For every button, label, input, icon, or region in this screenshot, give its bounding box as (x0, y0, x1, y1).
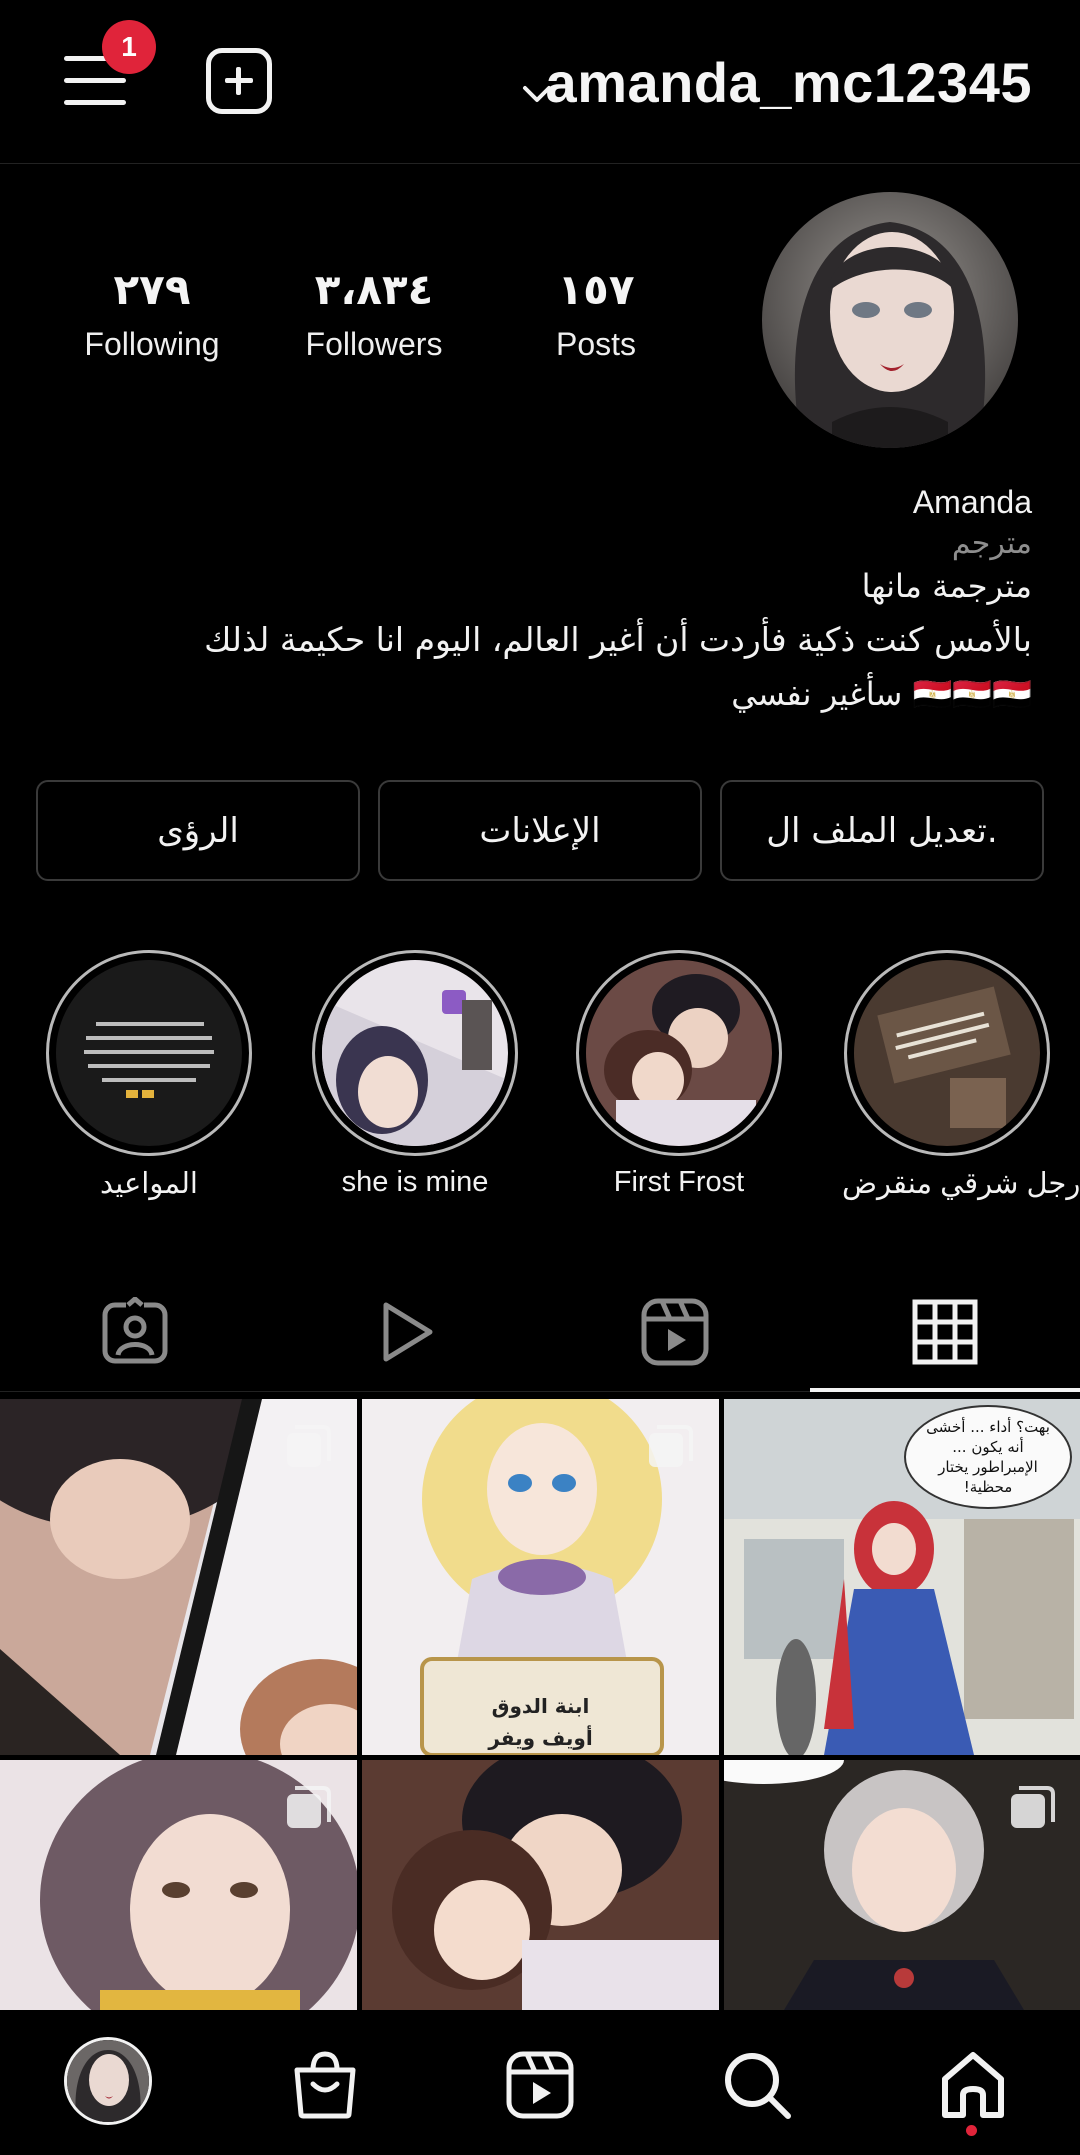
multiple-posts-icon (287, 1786, 331, 1828)
insights-button[interactable]: الرؤى (36, 780, 360, 881)
shop-icon[interactable] (280, 2040, 370, 2130)
multiple-posts-icon (287, 1425, 331, 1467)
following-count: ٢٧٩ (113, 265, 191, 314)
highlight-ring (576, 950, 782, 1156)
add-post-icon[interactable] (206, 48, 272, 114)
account-username[interactable]: amanda_mc12345 (546, 50, 1032, 115)
highlight-cover (854, 960, 1040, 1146)
post-thumbnail[interactable]: بهت؟ أداء ... أخشى أنه يكون ... الإمبراط… (724, 1399, 1080, 1755)
highlight-first-frost[interactable]: First Frost (574, 950, 784, 1199)
home-icon[interactable] (928, 2040, 1018, 2130)
highlight-label: she is mine (341, 1166, 489, 1198)
profile-bio: Amanda مترجم مترجمة مانها بالأمس كنت ذكي… (42, 480, 1032, 716)
tab-tagged[interactable] (0, 1270, 270, 1394)
clips-icon (641, 1298, 709, 1366)
edit-profile-button[interactable]: تعديل الملف ال. (720, 780, 1044, 881)
tab-reels-play[interactable] (270, 1270, 540, 1394)
highlight-ring (312, 950, 518, 1156)
highlight-label: المواعيد (100, 1168, 198, 1200)
post-speech-bubble: بهت؟ أداء ... أخشى أنه يكون ... الإمبراط… (904, 1405, 1072, 1509)
posts-count: ١٥٧ (557, 265, 635, 314)
tab-clips[interactable] (540, 1270, 810, 1394)
post-caption-subtitle: أويف ويفر (488, 1726, 593, 1750)
bio-line-1: مترجمة مانها (861, 567, 1032, 605)
highlight-appointments[interactable]: المواعيد (44, 950, 254, 1201)
profile-category: مترجم (951, 526, 1032, 561)
tab-grid[interactable] (810, 1270, 1080, 1394)
stat-posts[interactable]: ١٥٧ Posts (496, 260, 696, 368)
grid-icon (912, 1299, 978, 1365)
multiple-posts-icon (649, 1425, 693, 1467)
bio-line-2: بالأمس كنت ذكية فأردت أن أغير العالم، ال… (204, 620, 1032, 659)
tagged-icon (102, 1297, 168, 1364)
followers-count: ٣،٨٣٤ (314, 265, 434, 314)
notification-badge: 1 (102, 20, 156, 74)
profile-avatar[interactable] (64, 2037, 152, 2125)
stat-followers[interactable]: ٣،٨٣٤ Followers (274, 260, 474, 368)
post-thumbnail[interactable] (0, 1399, 357, 1755)
reels-play-icon (383, 1302, 433, 1362)
highlight-ring (46, 950, 252, 1156)
highlight-extinct-eastern-man[interactable]: رجل شرقي منقرض (842, 950, 1080, 1201)
post-thumbnail[interactable]: ابنة الدوق أويف ويفر (362, 1399, 719, 1755)
multiple-posts-icon (1011, 1786, 1055, 1828)
highlight-cover (586, 960, 772, 1146)
highlight-cover (322, 960, 508, 1146)
reels-icon[interactable] (495, 2040, 585, 2130)
highlight-cover (56, 960, 242, 1146)
followers-label: Followers (305, 326, 443, 362)
posts-label: Posts (555, 326, 637, 362)
highlight-she-is-mine[interactable]: she is mine (310, 950, 520, 1199)
active-tab-indicator (810, 1388, 1080, 1392)
ads-button[interactable]: الإعلانات (378, 780, 702, 881)
highlight-label: رجل شرقي منقرض (842, 1168, 1080, 1200)
following-label: Following (84, 326, 220, 362)
post-caption-title: ابنة الدوق (491, 1694, 590, 1718)
home-active-dot (966, 2125, 977, 2136)
highlight-label: First Frost (613, 1166, 745, 1198)
highlight-ring (844, 950, 1050, 1156)
bio-line-3: سأغير نفسي 🇪🇬🇪🇬🇪🇬 (731, 675, 1032, 713)
stat-following[interactable]: ٢٧٩ Following (52, 260, 252, 368)
profile-avatar[interactable] (762, 192, 1018, 448)
top-bar: 1 amanda_mc12345 (0, 0, 1080, 164)
search-icon[interactable] (712, 2040, 802, 2130)
profile-name: Amanda (912, 484, 1032, 520)
